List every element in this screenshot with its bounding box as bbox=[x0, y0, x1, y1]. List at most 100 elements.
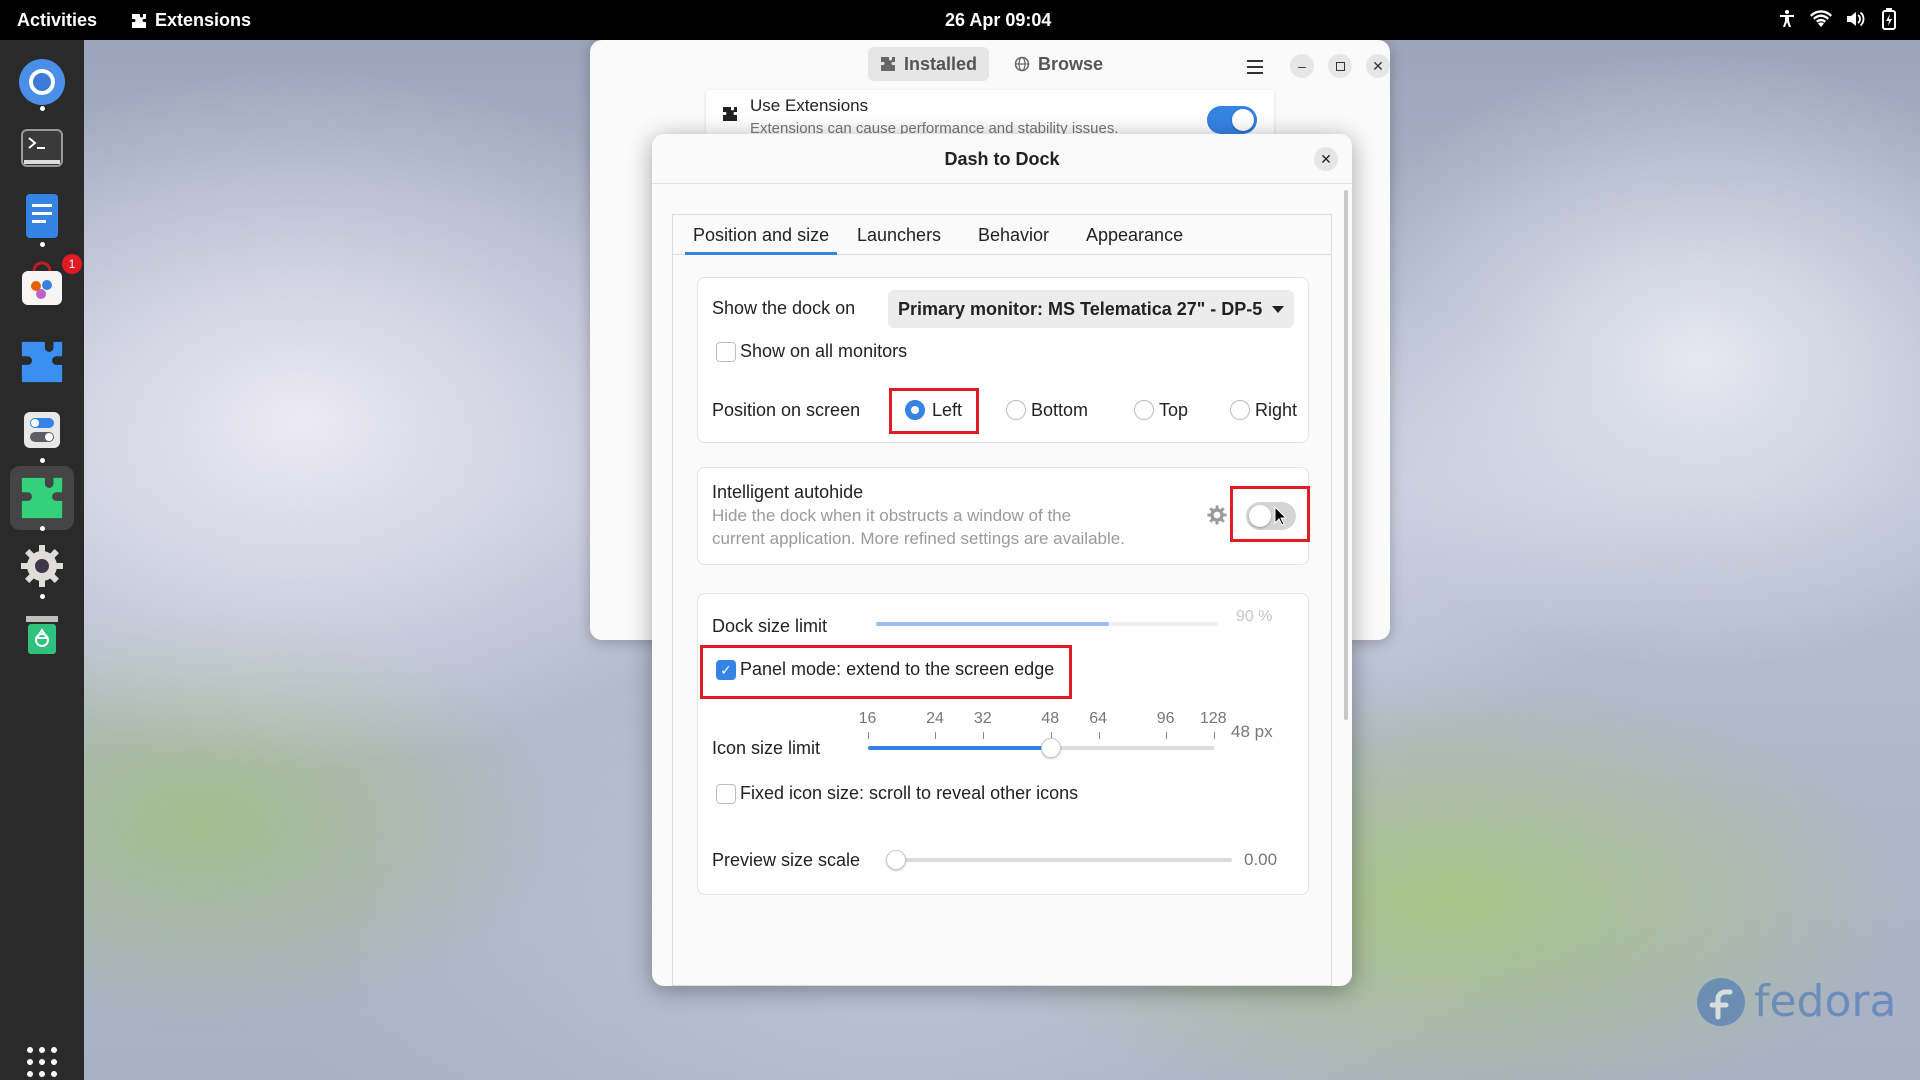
software-store-icon bbox=[22, 261, 62, 305]
tab-installed[interactable]: Installed bbox=[868, 47, 990, 81]
autohide-description-line2: current application. More refined settin… bbox=[712, 529, 1125, 548]
fixed-icon-size-checkbox[interactable] bbox=[716, 784, 736, 804]
highlight-box bbox=[700, 645, 1072, 699]
dialog-close-button[interactable]: ✕ bbox=[1314, 147, 1338, 171]
globe-icon bbox=[1014, 56, 1030, 72]
tab-installed-label: Installed bbox=[904, 53, 978, 74]
icon-size-value: 48 px bbox=[1231, 722, 1273, 741]
highlight-box bbox=[889, 388, 979, 434]
tab-launchers[interactable]: Launchers bbox=[849, 215, 949, 255]
tab-appearance[interactable]: Appearance bbox=[1078, 215, 1191, 255]
preview-size-scale-label: Preview size scale bbox=[712, 850, 861, 870]
tab-bar: Position and size Launchers Behavior App… bbox=[673, 215, 1331, 255]
hamburger-icon bbox=[1247, 60, 1263, 74]
app-menu-label: Extensions bbox=[155, 10, 252, 30]
puzzle-icon bbox=[723, 107, 737, 121]
dock-size-value: 90 % bbox=[1236, 608, 1273, 625]
accessibility-icon[interactable] bbox=[1776, 8, 1798, 30]
minimize-button[interactable]: – bbox=[1290, 54, 1314, 78]
trash-icon bbox=[26, 616, 58, 654]
icon-size-tick-label: 16 bbox=[858, 710, 877, 727]
close-icon: ✕ bbox=[1320, 150, 1332, 167]
preview-size-slider-handle[interactable] bbox=[886, 850, 906, 870]
text-editor-icon bbox=[26, 194, 58, 238]
preview-size-slider[interactable] bbox=[886, 850, 1232, 870]
position-top-radio[interactable] bbox=[1134, 400, 1154, 420]
dock-size-slider-fill bbox=[876, 622, 1109, 626]
running-indicator bbox=[40, 458, 45, 463]
app-menu[interactable]: Extensions bbox=[131, 10, 251, 31]
icon-size-tick bbox=[935, 732, 937, 739]
software-launcher[interactable]: 1 bbox=[10, 252, 82, 316]
extension-manager-launcher[interactable] bbox=[10, 330, 74, 394]
fixed-icon-size-label: Fixed icon size: scroll to reveal other … bbox=[740, 783, 1079, 803]
scrollbar[interactable] bbox=[1344, 190, 1348, 720]
icon-size-tick-label: 48 bbox=[1041, 710, 1060, 727]
position-top-label: Top bbox=[1159, 400, 1189, 420]
switch-knob bbox=[1232, 109, 1254, 131]
dash-to-dock-dialog: Dash to Dock ✕ Position and size Launche… bbox=[652, 134, 1352, 986]
maximize-button[interactable] bbox=[1328, 54, 1352, 78]
running-indicator bbox=[40, 242, 45, 247]
autohide-frame: Intelligent autohide Hide the dock when … bbox=[697, 467, 1310, 565]
chromium-browser-launcher[interactable] bbox=[10, 50, 74, 114]
terminal-icon bbox=[21, 129, 63, 167]
maximize-icon bbox=[1335, 61, 1345, 71]
icon-size-slider[interactable] bbox=[868, 738, 1214, 758]
icon-size-tick-label: 64 bbox=[1089, 710, 1108, 727]
close-button[interactable]: ✕ bbox=[1366, 54, 1390, 78]
chevron-down-icon bbox=[1272, 306, 1284, 313]
dock: 1 bbox=[0, 40, 84, 1080]
show-dock-on-label: Show the dock on bbox=[712, 298, 856, 318]
tab-browse[interactable]: Browse bbox=[1002, 47, 1115, 81]
extensions-launcher[interactable] bbox=[10, 466, 74, 530]
trash-launcher[interactable] bbox=[10, 602, 74, 666]
show-all-monitors-label: Show on all monitors bbox=[740, 341, 908, 361]
icon-size-tick bbox=[1166, 732, 1168, 739]
tab-behavior[interactable]: Behavior bbox=[970, 215, 1057, 255]
position-on-screen-label: Position on screen bbox=[712, 400, 861, 420]
tweaks-launcher[interactable] bbox=[10, 398, 74, 462]
icon-size-tick bbox=[1098, 732, 1100, 739]
icon-size-tick bbox=[983, 732, 985, 739]
settings-launcher[interactable] bbox=[10, 534, 74, 598]
icon-size-limit-label: Icon size limit bbox=[712, 738, 821, 758]
position-frame: Show the dock on Primary monitor: MS Tel… bbox=[697, 277, 1309, 443]
preview-size-value: 0.00 bbox=[1244, 850, 1278, 869]
wifi-icon[interactable] bbox=[1810, 8, 1832, 30]
position-bottom-radio[interactable] bbox=[1006, 400, 1026, 420]
activities-button[interactable]: Activities bbox=[17, 10, 97, 31]
dialog-title: Dash to Dock bbox=[652, 134, 1352, 184]
text-editor-launcher[interactable] bbox=[10, 184, 74, 248]
icon-size-slider-handle[interactable] bbox=[1040, 738, 1061, 758]
autohide-settings-button[interactable] bbox=[1206, 504, 1228, 531]
extensions-headerbar: Installed Browse – ✕ bbox=[590, 40, 1390, 92]
terminal-launcher[interactable] bbox=[10, 116, 74, 180]
icon-size-tick-label: 96 bbox=[1156, 710, 1175, 727]
fedora-logo-icon bbox=[1697, 977, 1745, 1026]
icon-size-tick-label: 32 bbox=[973, 710, 992, 727]
show-all-monitors-checkbox[interactable] bbox=[716, 342, 736, 362]
clock[interactable]: 26 Apr 09:04 bbox=[945, 10, 1051, 31]
position-right-label: Right bbox=[1255, 400, 1298, 420]
tab-browse-label: Browse bbox=[1038, 53, 1104, 74]
icon-size-slider-fill bbox=[868, 746, 1051, 750]
use-extensions-title: Use Extensions bbox=[750, 96, 869, 115]
tab-position-and-size[interactable]: Position and size bbox=[685, 215, 838, 255]
gear-icon bbox=[21, 545, 63, 587]
main-menu-button[interactable] bbox=[1240, 52, 1270, 82]
notification-badge: 1 bbox=[62, 254, 82, 274]
position-right-radio[interactable] bbox=[1230, 400, 1250, 420]
volume-icon[interactable] bbox=[1844, 8, 1866, 30]
top-bar: Activities Extensions 26 Apr 09:04 bbox=[0, 0, 1920, 40]
show-apps-button[interactable] bbox=[10, 1030, 74, 1080]
monitor-dropdown[interactable]: Primary monitor: MS Telematica 27" - DP-… bbox=[888, 290, 1294, 328]
use-extensions-switch[interactable] bbox=[1207, 106, 1257, 134]
tweaks-icon bbox=[24, 412, 60, 448]
close-icon: ✕ bbox=[1372, 57, 1384, 74]
running-indicator bbox=[40, 106, 45, 111]
dock-size-slider[interactable] bbox=[876, 622, 1218, 626]
battery-icon[interactable] bbox=[1878, 8, 1900, 30]
icon-size-tick bbox=[1214, 732, 1215, 739]
system-tray[interactable] bbox=[1776, 8, 1900, 30]
